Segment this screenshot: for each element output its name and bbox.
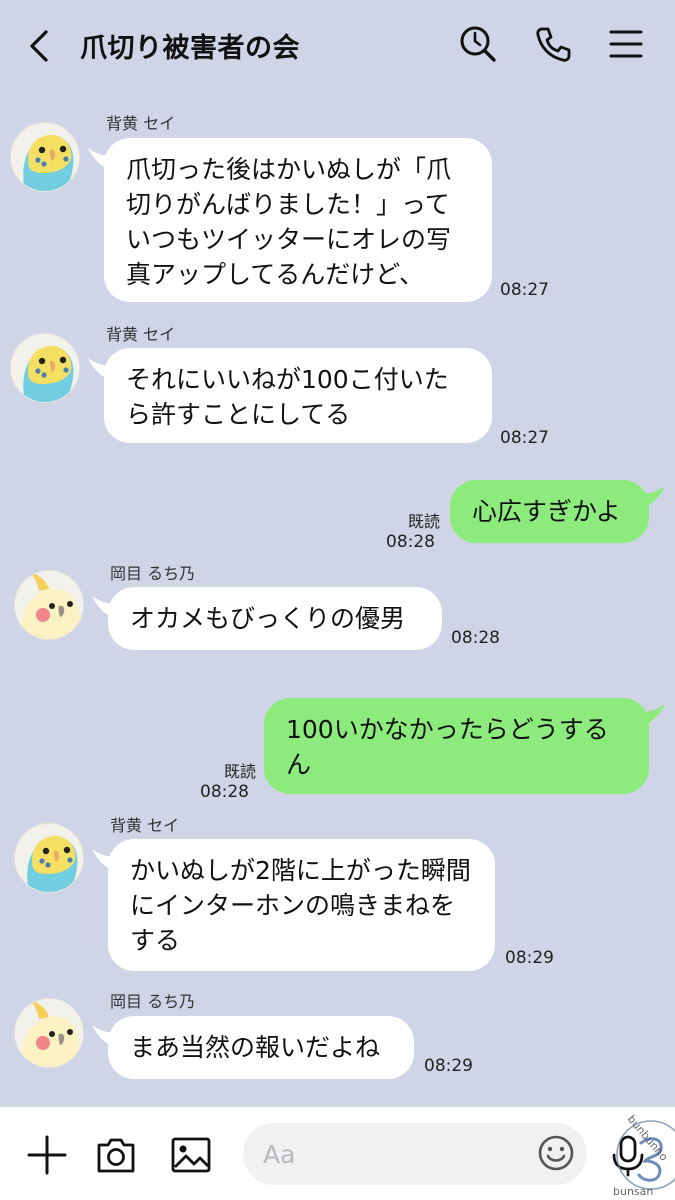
message-time: 08:28 — [200, 782, 249, 802]
message-input-field[interactable] — [243, 1123, 587, 1185]
phone-icon[interactable] — [533, 24, 573, 64]
message-bubble[interactable]: それにいいねが100こ付いたら許すことにしてる — [104, 348, 492, 443]
message-time: 08:28 — [451, 628, 500, 648]
sender-name: 背黄 セイ — [106, 325, 176, 344]
svg-text:bunsan: bunsan — [613, 1185, 653, 1198]
image-icon[interactable] — [169, 1133, 213, 1177]
camera-icon[interactable] — [94, 1133, 138, 1177]
cockatiel-avatar[interactable] — [14, 998, 84, 1068]
sender-name: 背黄 セイ — [110, 816, 180, 835]
message-bubble[interactable]: 爪切った後はかいぬしが「爪切りがんばりました！」っていつもツイッターにオレの写真… — [104, 138, 492, 302]
read-receipt: 既読 — [407, 512, 440, 531]
artist-watermark-logo: bunbunno bunsan — [607, 1095, 675, 1200]
message-time: 08:27 — [500, 428, 549, 448]
message-bubble[interactable]: 100いかなかったらどうするん — [264, 698, 649, 794]
message-bubble[interactable]: まあ当然の報いだよね — [108, 1016, 414, 1079]
sender-name: 岡目 るち乃 — [110, 992, 196, 1011]
message-time: 08:27 — [500, 280, 549, 300]
composer-bar — [0, 1107, 675, 1200]
chat-header: 爪切り被害者の会 — [0, 0, 675, 92]
back-chevron-icon[interactable] — [22, 26, 58, 66]
budgie-avatar[interactable] — [10, 122, 80, 192]
read-receipt: 既読 — [223, 762, 256, 781]
message-time: 08:29 — [505, 948, 554, 968]
sender-name: 岡目 るち乃 — [110, 564, 196, 583]
bubble-tail — [641, 702, 667, 728]
menu-icon[interactable] — [606, 24, 646, 64]
budgie-avatar[interactable] — [14, 823, 84, 893]
chat-area[interactable]: 背黄 セイ 爪切った後はかいぬしが「爪切りがんばりました！」っていつもツイッター… — [0, 92, 675, 1107]
message-time: 08:29 — [424, 1056, 473, 1076]
cockatiel-avatar[interactable] — [14, 570, 84, 640]
plus-icon[interactable] — [25, 1133, 69, 1177]
emoji-icon[interactable] — [536, 1133, 576, 1173]
sender-name: 背黄 セイ — [106, 114, 176, 133]
message-time: 08:28 — [386, 532, 435, 552]
message-bubble[interactable]: 心広すぎかよ — [450, 480, 649, 543]
search-icon[interactable] — [458, 24, 498, 64]
chat-title: 爪切り被害者の会 — [80, 33, 300, 64]
message-bubble[interactable]: オカメもびっくりの優男 — [108, 587, 442, 650]
budgie-avatar[interactable] — [10, 333, 80, 403]
message-bubble[interactable]: かいぬしが2階に上がった瞬間にインターホンの鳴きまねをする — [108, 839, 495, 971]
bubble-tail — [641, 484, 667, 510]
message-input[interactable] — [263, 1135, 513, 1173]
svg-text:bunbunno: bunbunno — [625, 1113, 671, 1164]
